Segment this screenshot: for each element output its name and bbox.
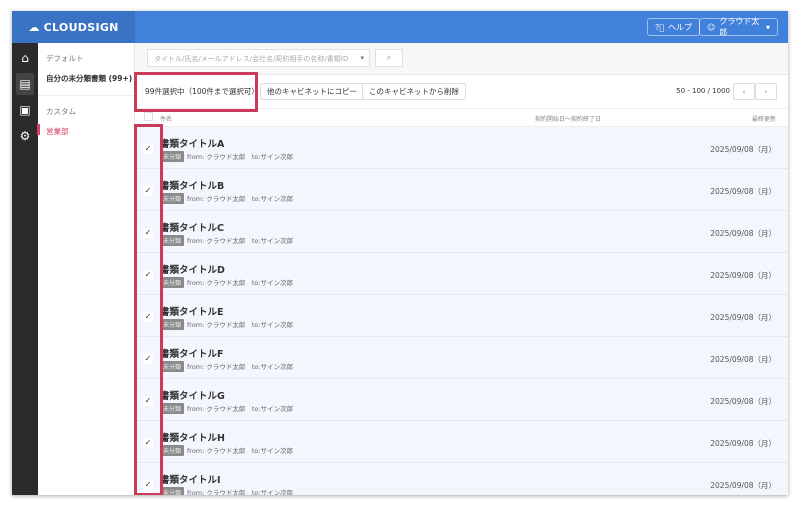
row-title[interactable]: 書類タイトルC [160, 220, 224, 234]
search-placeholder: タイトル/氏名/メールアドレス/会社名/契約相手の名称/書類ID [154, 55, 349, 63]
row-date: 2025/09/08（月） [710, 355, 776, 364]
copy-to-cabinet-button[interactable]: 他のキャビネットにコピー [260, 83, 364, 100]
row-title[interactable]: 書類タイトルE [160, 304, 224, 318]
row-meta: from: クラウド太郎 to:サイン次郎 [187, 363, 294, 371]
user-icon: ☺ [707, 22, 716, 32]
status-badge: 未分類 [160, 403, 185, 414]
table-row[interactable]: ✓ 書類タイトルH 未分類 from: クラウド太郎 to:サイン次郎 2025… [135, 421, 788, 463]
header: ☁ CLOUDSIGN ?⃝ ヘルプ ☺ クラウド太郎 ▾ [12, 11, 788, 43]
row-meta: from: クラウド太郎 to:サイン次郎 [187, 321, 294, 329]
row-date: 2025/09/08（月） [710, 481, 776, 490]
status-badge: 未分類 [160, 193, 185, 204]
row-meta: from: クラウド太郎 to:サイン次郎 [187, 489, 294, 495]
row-title[interactable]: 書類タイトルB [160, 178, 224, 192]
app-window: ☁ CLOUDSIGN ?⃝ ヘルプ ☺ クラウド太郎 ▾ ⌂ ▤ ▣ ⚙ デフォルト … [12, 11, 788, 495]
sidebar-item-sales[interactable]: 営業部 [46, 126, 69, 137]
remove-from-cabinet-button[interactable]: このキャビネットから削除 [362, 83, 466, 100]
row-title[interactable]: 書類タイトルD [160, 262, 225, 276]
status-badge: 未分類 [160, 235, 185, 246]
icon-nav: ⌂ ▤ ▣ ⚙ [12, 43, 38, 495]
table-row[interactable]: ✓ 書類タイトルA 未分類 from: クラウド太郎 to:サイン次郎 2025… [135, 127, 788, 169]
home-icon[interactable]: ⌂ [12, 47, 38, 69]
status-badge: 未分類 [160, 151, 185, 162]
row-date: 2025/09/08（月） [710, 145, 776, 154]
row-meta: from: クラウド太郎 to:サイン次郎 [187, 153, 294, 161]
settings-icon[interactable]: ⚙ [12, 125, 38, 147]
col-updated[interactable]: 最終更新 [752, 114, 776, 123]
row-date: 2025/09/08（月） [710, 187, 776, 196]
table-row[interactable]: ✓ 書類タイトルI 未分類 from: クラウド太郎 to:サイン次郎 2025… [135, 463, 788, 495]
row-date: 2025/09/08（月） [710, 229, 776, 238]
caret-down-icon[interactable]: ▾ [360, 54, 364, 62]
col-name: 件名 [160, 116, 173, 123]
user-name: クラウド太郎 [719, 17, 760, 37]
search-input[interactable]: タイトル/氏名/メールアドレス/会社名/契約相手の名称/書類ID ▾ [147, 49, 370, 67]
sidebar: デフォルト 自分の未分類書類 (99+) カスタム 営業部 [37, 43, 135, 495]
table-row[interactable]: ✓ 書類タイトルG 未分類 from: クラウド太郎 to:サイン次郎 2025… [135, 379, 788, 421]
row-title[interactable]: 書類タイトルA [160, 136, 224, 150]
search-icon: ⌕ [386, 53, 392, 62]
user-menu-button[interactable]: ☺ クラウド太郎 ▾ [699, 17, 778, 37]
table-row[interactable]: ✓ 書類タイトルD 未分類 from: クラウド太郎 to:サイン次郎 2025… [135, 253, 788, 295]
col-period: 契約開始日〜契約終了日 [535, 116, 602, 123]
status-badge: 未分類 [160, 487, 185, 495]
table-row[interactable]: ✓ 書類タイトルE 未分類 from: クラウド太郎 to:サイン次郎 2025… [135, 295, 788, 337]
select-all-checkbox[interactable] [144, 112, 153, 121]
status-badge: 未分類 [160, 319, 185, 330]
sidebar-item-unclassified[interactable]: 自分の未分類書類 (99+) [46, 73, 132, 84]
row-title[interactable]: 書類タイトルF [160, 346, 224, 360]
status-badge: 未分類 [160, 445, 185, 456]
document-icon[interactable]: ▤ [16, 73, 34, 95]
logo-text: CLOUDSIGN [43, 20, 119, 34]
caret-down-icon: ▾ [765, 22, 770, 32]
sidebar-default-heading: デフォルト [46, 54, 84, 63]
row-meta: from: クラウド太郎 to:サイン次郎 [187, 237, 294, 245]
row-meta: from: クラウド太郎 to:サイン次郎 [187, 447, 294, 455]
table-row[interactable]: ✓ 書類タイトルB 未分類 from: クラウド太郎 to:サイン次郎 2025… [135, 169, 788, 211]
contacts-icon[interactable]: ▣ [12, 99, 38, 121]
pagination-info: 50 - 100 / 1000 [676, 87, 730, 95]
row-date: 2025/09/08（月） [710, 313, 776, 322]
help-icon: ?⃝ [655, 22, 665, 32]
row-title[interactable]: 書類タイトルH [160, 430, 225, 444]
row-title[interactable]: 書類タイトルG [160, 388, 225, 402]
highlight-selection-count [134, 72, 258, 112]
cloud-icon: ☁ [28, 20, 40, 34]
status-badge: 未分類 [160, 361, 185, 372]
table-row[interactable]: ✓ 書類タイトルF 未分類 from: クラウド太郎 to:サイン次郎 2025… [135, 337, 788, 379]
highlight-checkboxes [134, 124, 163, 495]
sidebar-custom-heading: カスタム [46, 107, 76, 116]
search-button[interactable]: ⌕ [375, 49, 403, 67]
row-meta: from: クラウド太郎 to:サイン次郎 [187, 405, 294, 413]
row-date: 2025/09/08（月） [710, 271, 776, 280]
row-date: 2025/09/08（月） [710, 439, 776, 448]
help-label: ヘルプ [668, 22, 693, 32]
row-meta: from: クラウド太郎 to:サイン次郎 [187, 279, 294, 287]
logo[interactable]: ☁ CLOUDSIGN [12, 11, 135, 43]
row-date: 2025/09/08（月） [710, 397, 776, 406]
next-page-button[interactable]: › [755, 83, 777, 100]
document-list: ✓ 書類タイトルA 未分類 from: クラウド太郎 to:サイン次郎 2025… [135, 127, 788, 495]
prev-page-button[interactable]: ‹ [733, 83, 755, 100]
row-title[interactable]: 書類タイトルI [160, 472, 221, 486]
status-badge: 未分類 [160, 277, 185, 288]
table-row[interactable]: ✓ 書類タイトルC 未分類 from: クラウド太郎 to:サイン次郎 2025… [135, 211, 788, 253]
row-meta: from: クラウド太郎 to:サイン次郎 [187, 195, 294, 203]
search-bar: タイトル/氏名/メールアドレス/会社名/契約相手の名称/書類ID ▾ ⌕ [135, 43, 788, 75]
help-button[interactable]: ?⃝ ヘルプ [647, 18, 701, 36]
